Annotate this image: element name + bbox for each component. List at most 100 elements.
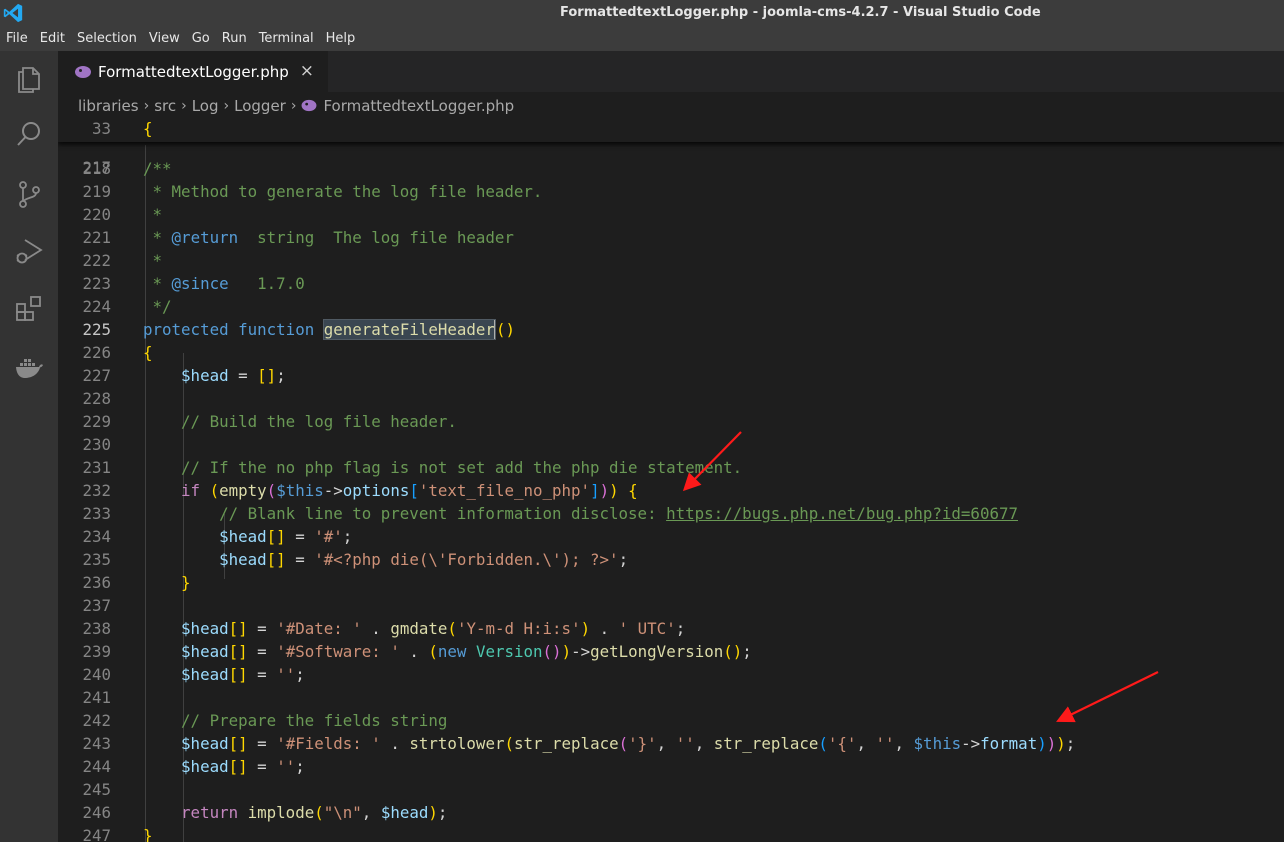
chevron-right-icon: ›: [223, 97, 230, 114]
code-text: $head = [];: [181, 366, 286, 385]
line-number: 221: [82, 228, 111, 247]
line-number: 232: [82, 481, 111, 500]
code-line[interactable]: 242 // Prepare the fields string: [58, 709, 1284, 732]
line-number: 236: [82, 573, 111, 592]
code-text: $head[] = '#Date: ' . gmdate('Y-m-d H:i:…: [181, 619, 686, 638]
menu-file[interactable]: File: [0, 27, 34, 51]
code-line[interactable]: 232 if (empty($this->options['text_file_…: [58, 479, 1284, 502]
run-debug-icon[interactable]: [12, 234, 46, 268]
code-text: $head[] = '#';: [219, 527, 353, 546]
close-icon[interactable]: ×: [300, 63, 314, 80]
line-number: 225: [82, 320, 111, 339]
code-line[interactable]: 231 // If the no php flag is not set add…: [58, 456, 1284, 479]
tab-bar: FormattedtextLogger.php ×: [58, 51, 1284, 92]
breadcrumb-item-logger[interactable]: Logger: [233, 97, 287, 115]
code-line[interactable]: 234 $head[] = '#';: [58, 525, 1284, 548]
line-number: 226: [82, 343, 111, 362]
line-number: 230: [82, 435, 111, 454]
php-file-icon: [75, 65, 91, 78]
code-line[interactable]: 221 * @return string The log file header: [58, 226, 1284, 249]
menu-go[interactable]: Go: [186, 27, 216, 51]
menu-edit[interactable]: Edit: [34, 27, 71, 51]
vscode-logo-icon[interactable]: [2, 2, 24, 24]
code-line[interactable]: 244 $head[] = '';: [58, 755, 1284, 778]
code-line[interactable]: 240 $head[] = '';: [58, 663, 1284, 686]
code-line[interactable]: 247}: [58, 824, 1284, 842]
search-icon[interactable]: [12, 117, 46, 151]
line-number: 219: [82, 182, 111, 201]
code-line[interactable]: 224 */: [58, 295, 1284, 318]
breadcrumb-item-libraries[interactable]: libraries: [77, 97, 140, 115]
line-number: 233: [82, 504, 111, 523]
code-text: if (empty($this->options['text_file_no_p…: [181, 481, 638, 500]
line-number: 235: [82, 550, 111, 569]
code-line[interactable]: 229 // Build the log file header.: [58, 410, 1284, 433]
tab-label: FormattedtextLogger.php: [98, 62, 289, 81]
code-text: return implode("\n", $head);: [181, 803, 448, 822]
extensions-icon[interactable]: [12, 292, 46, 326]
line-number: 237: [82, 596, 111, 615]
line-number: 244: [82, 757, 111, 776]
code-line[interactable]: 226 {: [58, 341, 1284, 364]
code-text: // Blank line to prevent information dis…: [219, 504, 1018, 523]
menu-view[interactable]: View: [143, 27, 186, 51]
code-text: $head[] = '#<?php die(\'Forbidden.\'); ?…: [219, 550, 629, 569]
breadcrumb-item-src[interactable]: src: [153, 97, 177, 115]
line-number: 242: [82, 711, 111, 730]
code-line[interactable]: 245: [58, 778, 1284, 801]
line-number: 227: [82, 366, 111, 385]
line-number: 234: [82, 527, 111, 546]
line-number: 247: [82, 826, 111, 842]
title-bar: FormattedtextLogger.php - joomla-cms-4.2…: [0, 0, 1284, 26]
menu-terminal[interactable]: Terminal: [253, 27, 320, 51]
code-line[interactable]: 243 $head[] = '#Fields: ' . strtolower(s…: [58, 732, 1284, 755]
code-line[interactable]: 235 $head[] = '#<?php die(\'Forbidden.\'…: [58, 548, 1284, 571]
code-line[interactable]: 236 }: [58, 571, 1284, 594]
breadcrumb-item-file[interactable]: FormattedtextLogger.php: [322, 97, 515, 115]
menu-run[interactable]: Run: [216, 27, 253, 51]
code-text: /**: [143, 159, 172, 178]
tab-formattedtextlogger[interactable]: FormattedtextLogger.php ×: [58, 51, 328, 92]
code-text: */: [152, 297, 172, 316]
code-line[interactable]: 239 $head[] = '#Software: ' . (new Versi…: [58, 640, 1284, 663]
menu-selection[interactable]: Selection: [71, 27, 143, 51]
code-line[interactable]: 238 $head[] = '#Date: ' . gmdate('Y-m-d …: [58, 617, 1284, 640]
sticky-scroll-line[interactable]: 33 {: [58, 119, 1284, 142]
explorer-icon[interactable]: [12, 61, 46, 95]
line-number: 223: [82, 274, 111, 293]
code-text: // Prepare the fields string: [181, 711, 448, 730]
code-line[interactable]: 237: [58, 594, 1284, 617]
menu-help[interactable]: Help: [320, 27, 362, 51]
line-number: 220: [82, 205, 111, 224]
code-line[interactable]: 227 $head = [];: [58, 364, 1284, 387]
source-control-icon[interactable]: [12, 177, 46, 211]
code-text: *: [152, 205, 163, 224]
code-line[interactable]: 228: [58, 387, 1284, 410]
code-line[interactable]: 225 protected function generateFileHeader…: [58, 318, 1284, 341]
code-line[interactable]: 219 * Method to generate the log file he…: [58, 180, 1284, 203]
code-line[interactable]: 223 * @since 1.7.0: [58, 272, 1284, 295]
docker-icon[interactable]: [12, 351, 46, 385]
php-file-icon: [302, 99, 317, 112]
code-line[interactable]: 241: [58, 686, 1284, 709]
line-number: 240: [82, 665, 111, 684]
code-text: $head[] = '';: [181, 757, 305, 776]
code-line[interactable]: 220 *: [58, 203, 1284, 226]
line-number: 246: [82, 803, 111, 822]
code-line[interactable]: 246 return implode("\n", $head);: [58, 801, 1284, 824]
breadcrumb-item-log[interactable]: Log: [191, 97, 220, 115]
line-number: 239: [82, 642, 111, 661]
code-line[interactable]: 233 // Blank line to prevent information…: [58, 502, 1284, 525]
code-editor[interactable]: 33 { 217 218/** 219 * Method to generate …: [58, 119, 1284, 842]
code-text: }: [181, 573, 191, 592]
code-line[interactable]: 222 *: [58, 249, 1284, 272]
activity-bar: [0, 51, 58, 842]
line-number: 33: [91, 119, 111, 138]
line-number: 222: [82, 251, 111, 270]
code-line[interactable]: 218 /**: [58, 157, 1284, 180]
chevron-right-icon: ›: [143, 97, 150, 114]
code-line[interactable]: 230: [58, 433, 1284, 456]
code-text: {: [143, 343, 153, 362]
code-text: $head[] = '#Software: ' . (new Version()…: [181, 642, 752, 661]
menu-bar: File Edit Selection View Go Run Terminal…: [0, 26, 1284, 51]
